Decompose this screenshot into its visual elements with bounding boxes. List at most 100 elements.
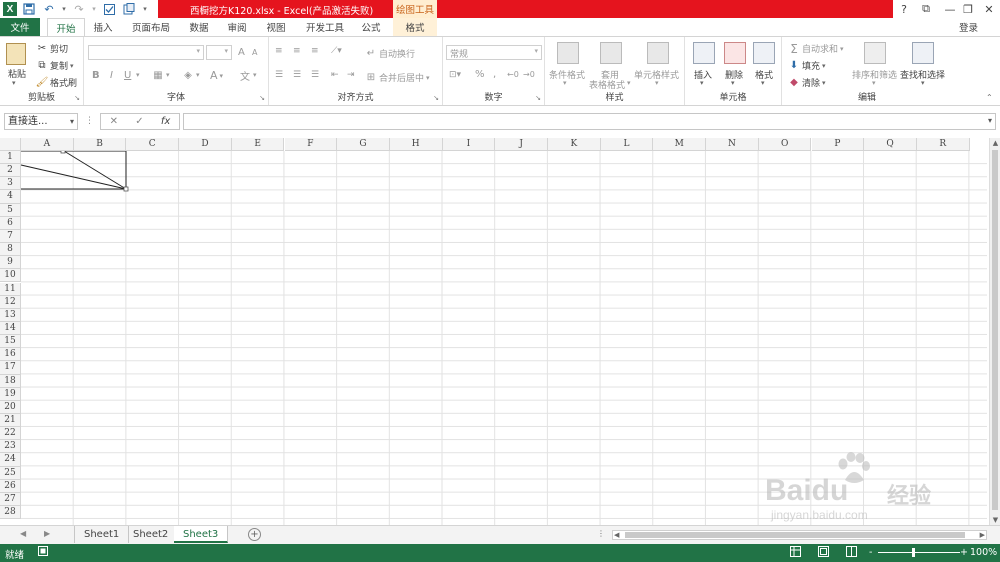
tab-page-layout[interactable]: 页面布局: [126, 18, 176, 36]
align-center-icon[interactable]: ☰: [293, 70, 301, 80]
merge-center-button[interactable]: ⊞ 合并后居中 ▾: [365, 71, 430, 84]
add-sheet-button[interactable]: +: [248, 528, 261, 541]
align-bottom-icon[interactable]: ≡: [311, 46, 319, 56]
bold-button[interactable]: B: [92, 70, 100, 81]
insert-cells-dropdown-icon[interactable]: ▾: [700, 79, 704, 87]
enter-formula-button[interactable]: ✓: [135, 116, 143, 127]
tab-review[interactable]: 审阅: [220, 18, 254, 36]
undo-icon[interactable]: ↶: [41, 1, 57, 17]
print-preview-icon[interactable]: [121, 1, 137, 17]
conditional-format-dropdown-icon[interactable]: ▾: [563, 79, 567, 87]
tab-format[interactable]: 格式: [393, 18, 437, 36]
row-header-14[interactable]: 14: [0, 321, 21, 336]
next-sheet-icon[interactable]: ▶: [44, 529, 50, 538]
vertical-scroll-thumb[interactable]: [992, 150, 998, 510]
number-format-select[interactable]: 常规 ▾: [446, 45, 542, 60]
row-header-8[interactable]: 8: [0, 243, 21, 257]
column-header-o[interactable]: O: [758, 138, 812, 151]
cell-styles-icon[interactable]: [647, 42, 669, 64]
binoculars-icon[interactable]: [912, 42, 934, 64]
tab-home[interactable]: 开始: [47, 18, 85, 36]
find-select-dropdown-icon[interactable]: ▾: [921, 79, 925, 87]
macro-record-icon[interactable]: [38, 546, 48, 559]
row-header-3[interactable]: 3: [0, 177, 21, 191]
row-header-24[interactable]: 24: [0, 453, 21, 467]
conditional-format-icon[interactable]: [557, 42, 579, 64]
font-launcher-icon[interactable]: ↘: [259, 94, 265, 102]
horizontal-scroll-thumb[interactable]: [625, 532, 965, 538]
fill-button[interactable]: ⬇ 填充 ▾: [788, 59, 826, 72]
diagonal-line-2[interactable]: [20, 164, 127, 190]
column-header-i[interactable]: I: [442, 138, 496, 151]
tab-data[interactable]: 数据: [182, 18, 216, 36]
vertical-scrollbar[interactable]: ▲ ▼: [989, 138, 1000, 525]
row-header-26[interactable]: 26: [0, 479, 21, 493]
column-header-q[interactable]: Q: [864, 138, 917, 151]
align-left-icon[interactable]: ☰: [275, 70, 283, 80]
clipboard-launcher-icon[interactable]: ↘: [74, 94, 80, 102]
sort-filter-dropdown-icon[interactable]: ▾: [872, 79, 876, 87]
row-header-17[interactable]: 17: [0, 361, 21, 375]
row-header-10[interactable]: 10: [0, 269, 21, 283]
ribbon-display-icon[interactable]: ⧉: [916, 0, 936, 18]
orientation-icon[interactable]: ⟋▾: [331, 46, 342, 56]
undo-dropdown-icon[interactable]: ▾: [61, 1, 67, 17]
column-header-e[interactable]: E: [231, 138, 285, 151]
zoom-slider-thumb[interactable]: [912, 548, 915, 557]
conditional-format-button[interactable]: 条件格式: [549, 68, 585, 81]
row-header-9[interactable]: 9: [0, 256, 21, 270]
row-header-16[interactable]: 16: [0, 348, 21, 362]
format-as-table-dropdown-icon[interactable]: ▾: [627, 79, 631, 87]
column-header-g[interactable]: G: [337, 138, 390, 151]
delete-cells-icon[interactable]: [724, 42, 746, 64]
wrap-text-button[interactable]: ↵ 自动换行: [365, 47, 415, 60]
insert-function-button[interactable]: fx: [161, 116, 170, 127]
row-header-4[interactable]: 4: [0, 190, 21, 204]
decrease-font-button[interactable]: A: [252, 48, 257, 57]
column-header-f[interactable]: F: [284, 138, 338, 151]
row-header-13[interactable]: 13: [0, 308, 21, 322]
insert-cells-icon[interactable]: [693, 42, 715, 64]
row-header-12[interactable]: 12: [0, 295, 21, 309]
redo-icon[interactable]: ↷: [71, 1, 87, 17]
tab-formulas[interactable]: 公式: [354, 18, 388, 36]
column-header-m[interactable]: M: [653, 138, 707, 151]
tab-split-grip-icon[interactable]: ⋮: [597, 529, 605, 538]
align-middle-icon[interactable]: ≡: [293, 46, 301, 56]
increase-font-button[interactable]: A: [238, 47, 245, 58]
decrease-indent-icon[interactable]: ⇤: [331, 70, 339, 80]
copy-button[interactable]: ⧉ 复制 ▾: [36, 59, 73, 72]
column-header-j[interactable]: J: [495, 138, 548, 151]
column-header-b[interactable]: B: [73, 138, 127, 151]
name-box[interactable]: 直接连... ▾: [4, 113, 78, 130]
collapse-ribbon-icon[interactable]: ⌃: [986, 93, 993, 102]
italic-button[interactable]: I: [110, 70, 113, 81]
align-right-icon[interactable]: ☰: [311, 70, 319, 80]
save-icon[interactable]: [21, 1, 37, 17]
row-header-15[interactable]: 15: [0, 335, 21, 349]
cut-button[interactable]: ✂ 剪切: [36, 42, 68, 55]
fill-color-button[interactable]: ◈ ▾: [182, 69, 199, 81]
autosum-button[interactable]: Σ 自动求和 ▾: [788, 42, 843, 56]
row-header-28[interactable]: 28: [0, 506, 21, 520]
font-name-select[interactable]: ▾: [88, 45, 204, 60]
row-header-6[interactable]: 6: [0, 216, 21, 230]
tab-developer[interactable]: 开发工具: [300, 18, 350, 36]
row-header-22[interactable]: 22: [0, 427, 21, 441]
scroll-right-icon[interactable]: ▶: [980, 531, 985, 539]
zoom-in-button[interactable]: +: [960, 547, 968, 558]
paste-icon[interactable]: [6, 43, 26, 65]
column-header-a[interactable]: A: [21, 138, 74, 151]
percent-button[interactable]: %: [475, 69, 485, 80]
normal-view-icon[interactable]: [790, 546, 801, 560]
increase-decimal-icon[interactable]: ←0: [507, 70, 519, 79]
tab-view[interactable]: 视图: [259, 18, 293, 36]
diagonal-line-1[interactable]: [63, 150, 127, 190]
cancel-formula-button[interactable]: ✕: [110, 116, 118, 127]
font-color-button[interactable]: A ▾: [210, 69, 223, 82]
column-header-l[interactable]: L: [600, 138, 654, 151]
paste-button[interactable]: 粘贴: [8, 67, 26, 80]
row-header-20[interactable]: 20: [0, 400, 21, 414]
row-header-5[interactable]: 5: [0, 203, 21, 217]
row-header-11[interactable]: 11: [0, 282, 21, 296]
